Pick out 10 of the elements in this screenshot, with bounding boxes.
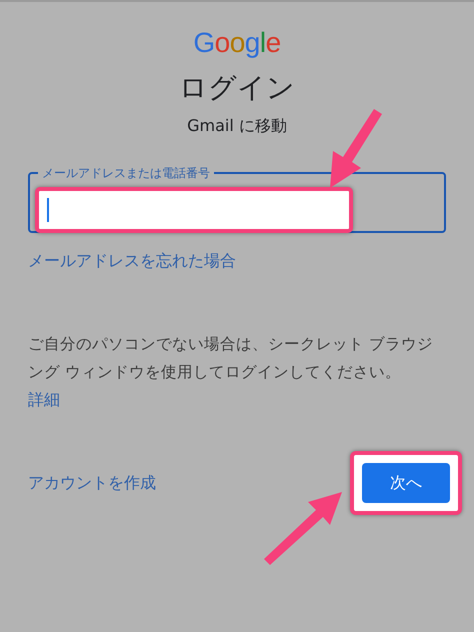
- page-title: ログイン: [179, 70, 295, 106]
- details-link[interactable]: 詳細: [28, 390, 60, 411]
- subtitle: Gmail に移動: [187, 116, 287, 137]
- forgot-email-link[interactable]: メールアドレスを忘れた場合: [28, 251, 236, 272]
- create-account-link[interactable]: アカウントを作成: [28, 472, 156, 494]
- notice-text: ご自分のパソコンでない場合は、シークレット ブラウジング ウィンドウを使用してログインしてください。: [28, 334, 434, 383]
- google-logo: Google: [193, 26, 281, 60]
- email-field[interactable]: メールアドレスまたは電話番号: [28, 165, 446, 233]
- next-button[interactable]: 次へ: [362, 463, 450, 503]
- text-cursor: [47, 198, 49, 222]
